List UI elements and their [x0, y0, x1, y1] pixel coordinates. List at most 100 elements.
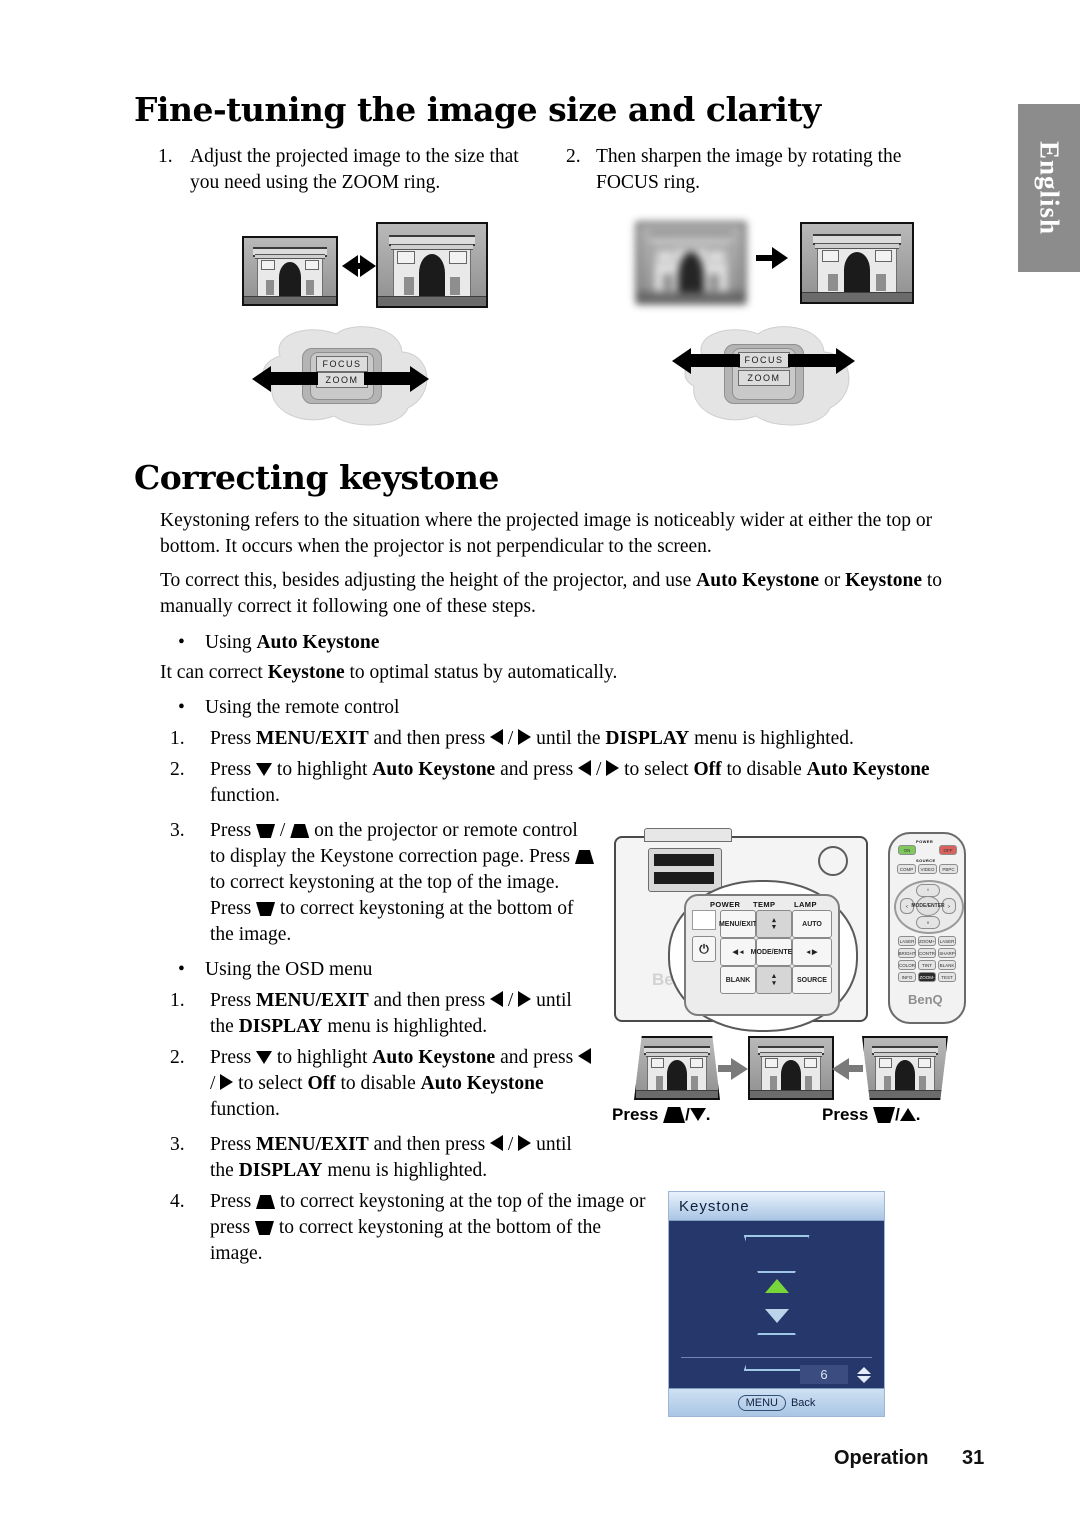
os3-display: DISPLAY: [238, 1160, 323, 1181]
rs2-p6: to select: [619, 759, 694, 780]
intro2-auto-keystone: Auto Keystone: [696, 570, 820, 591]
power-button[interactable]: ⏻: [692, 936, 716, 962]
remote-mode-enter-button[interactable]: MODE/ENTER: [911, 896, 945, 916]
remote-key-0-2[interactable]: LASER: [938, 936, 956, 946]
os2-off: Off: [307, 1073, 336, 1094]
osd-stepper-down-icon[interactable]: [857, 1375, 871, 1383]
rs1-menu-exit: MENU/EXIT: [256, 728, 369, 749]
os2-p2: to highlight: [272, 1047, 373, 1068]
remote-key-3-2[interactable]: TEST: [938, 972, 956, 982]
os1-display: DISPLAY: [238, 1016, 323, 1037]
down-arrow-icon: [256, 763, 273, 776]
remote-key-2-1[interactable]: TINT: [918, 960, 936, 970]
bullet-auto-bold: Auto Keystone: [256, 632, 380, 653]
keystone-up-trapezoid-icon-3: [256, 1195, 276, 1209]
caption-left-press: Press: [612, 1105, 659, 1124]
osd-step-3-number: 3.: [170, 1134, 185, 1155]
finetune-step-1-text: Adjust the projected image to the size t…: [190, 146, 519, 193]
remote-step-2-text: Press to highlight Auto Keystone and pre…: [210, 759, 930, 806]
auto-desc-b: to optimal status by automatically.: [344, 662, 618, 683]
osd-stepper-up-icon[interactable]: [857, 1366, 871, 1374]
os2-auto-keystone-2: Auto Keystone: [420, 1073, 544, 1094]
os4-p0: Press: [210, 1191, 257, 1212]
keystone-distorted-image-wide-top: [862, 1036, 948, 1100]
remote-power-label: POWER: [916, 839, 934, 844]
projector-control-panel[interactable]: POWER TEMP LAMP ⏻ MENU/EXIT ▴ ▼ AUTO ◀ ◂ …: [684, 894, 840, 1016]
remote-source-pbpc-button[interactable]: PBPC: [939, 864, 958, 874]
left-arrow-icon-2: [578, 760, 592, 776]
keystone-right-arrow-icon: [832, 1058, 863, 1080]
osd-menu-key-label[interactable]: MENU: [737, 1394, 786, 1411]
keystone-down-button[interactable]: ▲ ▾: [756, 966, 792, 994]
osd-value-stepper[interactable]: [856, 1365, 872, 1384]
remote-key-1-0[interactable]: BRIGHT: [898, 948, 916, 958]
left-arrow-icon-5: [490, 1135, 504, 1151]
remote-step-1-text: Press MENU/EXIT and then press / until t…: [210, 728, 854, 749]
left-arrow-icon-4: [578, 1048, 592, 1064]
rs1-p6: menu is highlighted.: [689, 728, 854, 749]
remote-key-3-1[interactable]: ZOOM-: [918, 972, 936, 982]
zoom-ring-diagram: FOCUS ZOOM: [250, 322, 446, 430]
focus-arrow-right-icon: [836, 348, 855, 374]
right-arrow-icon: [518, 729, 532, 745]
os1-p0: Press: [210, 990, 257, 1011]
keystone-down-trapezoid-icon-3: [254, 1221, 274, 1235]
focus-arrow-left-icon: [672, 348, 691, 374]
bullet-dot-auto: •: [178, 632, 185, 653]
os2-p10: function.: [210, 1099, 280, 1120]
osd-down-arrow-indicator[interactable]: [764, 1309, 789, 1323]
rs1-p2: and then press: [368, 728, 491, 749]
osd-up-arrow-indicator[interactable]: [764, 1279, 789, 1293]
finetune-step-2-text: Then sharpen the image by rotating the F…: [596, 146, 902, 193]
remote-power-on-button[interactable]: ON: [898, 845, 916, 855]
os1-p2: and then press: [368, 990, 491, 1011]
caption-up-arrow-icon: [899, 1108, 916, 1121]
keystone-down-trapezoid-icon: [256, 824, 276, 838]
remote-step-3-text: Press / on the projector or remote contr…: [210, 818, 595, 948]
keystone-up-button[interactable]: ▴ ▼: [756, 910, 792, 938]
blank-button[interactable]: BLANK: [720, 966, 756, 994]
page-title-fine-tuning: Fine-tuning the image size and clarity: [134, 90, 821, 129]
osd-step-4-text: Press to correct keystoning at the top o…: [210, 1189, 650, 1267]
down-arrow-icon-2: [256, 1051, 273, 1064]
menu-exit-button[interactable]: MENU/EXIT: [719, 910, 757, 938]
remote-key-1-2[interactable]: SHARP: [938, 948, 956, 958]
rs2-p2: to highlight: [272, 759, 373, 780]
remote-key-3-0[interactable]: INFO: [898, 972, 916, 982]
remote-source-video-button[interactable]: VIDEO: [918, 864, 937, 874]
osd-keystone-value[interactable]: 6: [800, 1365, 848, 1384]
rs1-p0: Press: [210, 728, 257, 749]
osd-step-3-text: Press MENU/EXIT and then press / until t…: [210, 1134, 572, 1181]
bullet-dot-osd: •: [178, 959, 185, 980]
os2-p6: to select: [233, 1073, 308, 1094]
remote-key-2-0[interactable]: COLOR: [898, 960, 916, 970]
bullet-auto-prefix: Using: [205, 632, 257, 653]
remote-key-2-2[interactable]: BLANK: [938, 960, 956, 970]
remote-power-off-button[interactable]: OFF: [939, 845, 957, 855]
remote-key-0-0[interactable]: LASER: [898, 936, 916, 946]
footer-section-label: Operation: [834, 1447, 929, 1469]
os3-menu-exit: MENU/EXIT: [256, 1134, 369, 1155]
osd-title-label: Keystone: [679, 1197, 750, 1215]
keystone-up-trapezoid-icon-2: [575, 850, 594, 864]
right-arrow-icon-2: [606, 760, 620, 776]
keystone-osd-dialog: Keystone 6 MENU Back: [668, 1191, 885, 1417]
caption-right-period: .: [915, 1105, 921, 1124]
remote-down-button[interactable]: v: [916, 916, 940, 929]
keystone-caption-left: Press /.: [612, 1105, 711, 1125]
osd-step-2-text: Press to highlight Auto Keystone and pre…: [210, 1045, 595, 1123]
caption-trapezoid-up-icon: [663, 1107, 686, 1123]
os2-p8: to disable: [335, 1073, 421, 1094]
mode-enter-button[interactable]: MODE/ENTER: [751, 938, 797, 966]
right-button[interactable]: ◂ ▶: [792, 938, 832, 966]
remote-key-1-1[interactable]: CONTR: [918, 948, 936, 958]
intro2-part-a: To correct this, besides adjusting the h…: [160, 570, 697, 591]
os2-auto-keystone: Auto Keystone: [372, 1047, 496, 1068]
remote-key-0-1[interactable]: ZOOM+: [918, 936, 936, 946]
auto-button[interactable]: AUTO: [792, 910, 832, 938]
remote-brand-logo: BenQ: [908, 992, 943, 1007]
caption-right-press: Press: [822, 1105, 869, 1124]
source-button[interactable]: SOURCE: [792, 966, 832, 994]
remote-source-comp-button[interactable]: COMP: [897, 864, 916, 874]
zoom-ring-label-left: ZOOM: [316, 372, 368, 388]
